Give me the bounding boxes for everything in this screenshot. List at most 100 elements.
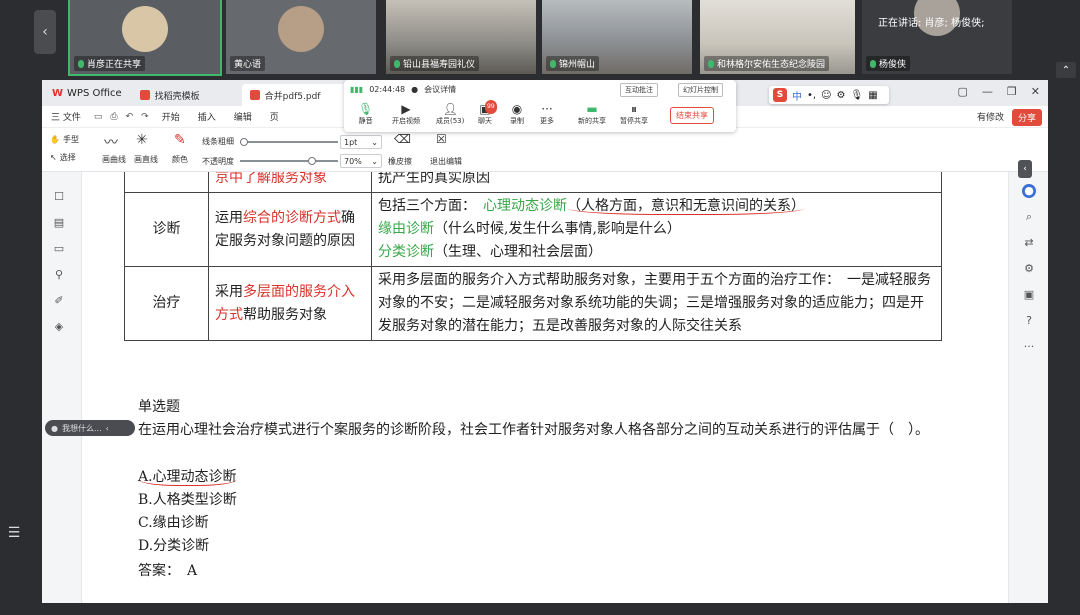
curve-tool-icon[interactable]: 〰 — [104, 132, 118, 152]
chevron-left-icon[interactable]: ‹ — [34, 10, 56, 54]
screen-share-icon: ▬ — [586, 102, 598, 116]
video-button[interactable]: ▶ 开启视频 — [392, 102, 420, 126]
mute-button[interactable]: 🎙︎ 静音 — [358, 102, 373, 126]
table-row: 京中了解服务对象 扰产生的真实原因 — [124, 172, 942, 193]
tab-pdf[interactable]: 合并pdf5.pdf — [241, 84, 352, 106]
option-d: D.分类诊断 — [138, 538, 210, 554]
menu-insert[interactable]: 插入 — [189, 110, 225, 123]
table-row: 治疗 采用多层面的服务介入方式帮助服务对象 采用多层面的服务介入方式帮助服务对象… — [124, 266, 942, 341]
undo-icon[interactable]: ↶ — [122, 112, 138, 122]
video-tile[interactable]: 杨俊侠 — [862, 0, 1012, 74]
mic-icon — [708, 59, 714, 68]
signature-icon[interactable]: ✐ — [52, 294, 66, 308]
chinese-mode-icon[interactable]: 中 — [792, 88, 802, 103]
meeting-control-bar: ▮▮▮ 02:44:48 ● 会议详情 互动批注 幻灯片控制 🎙︎ 静音 ▶ 开启视… — [344, 80, 736, 132]
attachment-icon[interactable]: ⚲ — [52, 268, 66, 282]
video-tile[interactable]: 黄心语 — [226, 0, 376, 74]
menu-file[interactable]: 三 文件 — [42, 110, 90, 123]
method-cell: 运用综合的诊断方式确定服务对象问题的原因 — [208, 192, 372, 267]
speaking-indicator: 正在讲话: 肖彦; 杨俊侠; — [878, 18, 985, 29]
annotation-toolbar: ✋ 手型 ↖ 选择 〰 画曲线 ✳ 画直线 ✎ 颜色 线条粗细 1pt ⌄ 不透明度 … — [42, 128, 1048, 172]
hand-tool[interactable]: ✋ 手型 — [50, 134, 79, 145]
menu-page[interactable]: 页 — [261, 110, 288, 123]
layout-icon[interactable]: ▢ — [958, 85, 968, 98]
members-button[interactable]: 👤︎ 成员(53) — [436, 102, 464, 126]
video-tile[interactable]: 和林格尔安佑生态纪念陵园 — [700, 0, 855, 74]
answer: 答案： A — [138, 563, 198, 579]
person-icon: 👤︎ — [442, 102, 458, 116]
settings-icon[interactable]: ⚙ — [1022, 262, 1036, 276]
translate-icon[interactable]: ⇄ — [1022, 236, 1036, 250]
eraser-button[interactable]: 橡皮擦 — [388, 156, 412, 167]
exit-edit-icon[interactable]: ☒ — [436, 132, 447, 146]
more-icon[interactable]: ··· — [1022, 340, 1036, 354]
mic-icon — [870, 59, 876, 68]
sogou-icon[interactable]: S — [773, 88, 787, 102]
assistant-icon[interactable]: ● — [1022, 184, 1036, 198]
video-tile[interactable]: 铅山县福寿园礼仪 — [386, 0, 536, 74]
chat-button[interactable]: ▣99聊天 — [478, 100, 497, 126]
opacity-select[interactable]: 70% ⌄ — [340, 154, 382, 168]
video-tile[interactable]: 锦州帽山 — [542, 0, 692, 74]
menu-home[interactable]: 开始 — [153, 110, 189, 123]
save-icon[interactable]: ▭ — [90, 112, 107, 122]
pen-color-icon[interactable]: ✎ — [174, 132, 186, 148]
restore-icon[interactable]: ❐ — [1007, 85, 1017, 98]
chevron-left-icon[interactable]: ‹ — [1018, 160, 1032, 178]
meeting-time: 02:44:48 — [369, 85, 406, 94]
line-tool-icon[interactable]: ✳ — [136, 132, 148, 148]
avatar — [278, 6, 324, 52]
toolbox-icon[interactable]: ▦ — [868, 90, 877, 101]
comment-icon[interactable]: ▭ — [52, 242, 66, 256]
mic-icon: 🎙︎ — [358, 102, 374, 116]
line-width-slider[interactable] — [240, 138, 338, 146]
meeting-details[interactable]: 会议详情 — [424, 84, 456, 95]
meeting-video-strip: ‹ 肖彦正在共享 黄心语 铅山县福寿园礼仪 锦州帽山 和林格尔安佑生态纪念陵园 … — [0, 0, 1080, 78]
color-picker[interactable]: 颜色 — [172, 154, 188, 165]
line-tool-label[interactable]: 画直线 — [134, 154, 158, 165]
record-button[interactable]: ◉ 录制 — [510, 102, 524, 126]
minimize-icon[interactable]: — — [982, 85, 993, 98]
line-width-select[interactable]: 1pt ⌄ — [340, 135, 382, 149]
content-table: 京中了解服务对象 扰产生的真实原因 诊断 运用综合的诊断方式确定服务对象问题的原… — [124, 172, 942, 341]
new-share-button[interactable]: ▬ 新的共享 — [578, 102, 606, 126]
menu-edit[interactable]: 编辑 — [225, 110, 261, 123]
end-share-button[interactable]: 结束共享 — [670, 107, 714, 124]
close-icon[interactable]: ✕ — [1031, 85, 1040, 98]
more-button[interactable]: ··· 更多 — [540, 102, 554, 126]
pause-share-button[interactable]: ⏸︎ 暂停共享 — [620, 102, 648, 126]
redo-icon[interactable]: ↷ — [137, 112, 153, 122]
slide-control-button[interactable]: 幻灯片控制 — [678, 83, 723, 97]
mic-icon[interactable]: 🎙︎ — [850, 90, 863, 101]
tab-template[interactable]: 找稻壳模板 — [131, 84, 242, 106]
content-cell: 采用多层面的服务介入方式帮助服务对象，主要用于五个方面的治疗工作： 一是减轻服务… — [371, 266, 942, 341]
share-button[interactable]: 分享 — [1011, 109, 1042, 126]
table-cell: 京中了解服务对象 — [208, 172, 372, 193]
help-icon[interactable]: ? — [1022, 314, 1036, 328]
skin-icon[interactable]: ⚙ — [837, 90, 846, 101]
search-icon[interactable]: ⌕ — [1022, 210, 1036, 224]
chevron-up-icon[interactable]: ⌃ — [1056, 62, 1076, 78]
page-view-icon[interactable]: ▣ — [1022, 288, 1036, 302]
thumbnail-icon[interactable]: ▤ — [52, 216, 66, 230]
interactive-note-button[interactable]: 互动批注 — [620, 83, 658, 97]
layers-icon[interactable]: ◈ — [52, 320, 66, 334]
bookmark-icon[interactable]: ☐ — [52, 190, 66, 204]
info-icon: ● — [411, 85, 419, 94]
exit-edit-button[interactable]: 退出编辑 — [430, 156, 462, 167]
print-icon[interactable]: ⎙ — [106, 112, 121, 122]
punctuation-icon[interactable]: •, — [807, 90, 816, 101]
modified-status[interactable]: 有修改 — [977, 110, 1004, 123]
app-brand: WPS Office — [67, 87, 122, 99]
signal-icon: ▮▮▮ — [350, 85, 364, 94]
wps-home[interactable]: W WPS Office — [42, 80, 132, 106]
list-icon[interactable]: ☰ — [3, 525, 25, 547]
select-tool[interactable]: ↖ 选择 — [50, 152, 76, 163]
curve-tool-label[interactable]: 画曲线 — [102, 154, 126, 165]
participant-name: 肖彦正在共享 — [87, 60, 142, 70]
opacity-slider[interactable] — [240, 157, 338, 165]
eraser-icon[interactable]: ⌫ — [394, 132, 411, 146]
video-tile-sharer[interactable]: 肖彦正在共享 — [68, 0, 222, 76]
emoji-icon[interactable]: ☺ — [821, 90, 831, 101]
ask-input[interactable]: ● 我想什么... ‹ — [45, 420, 135, 436]
